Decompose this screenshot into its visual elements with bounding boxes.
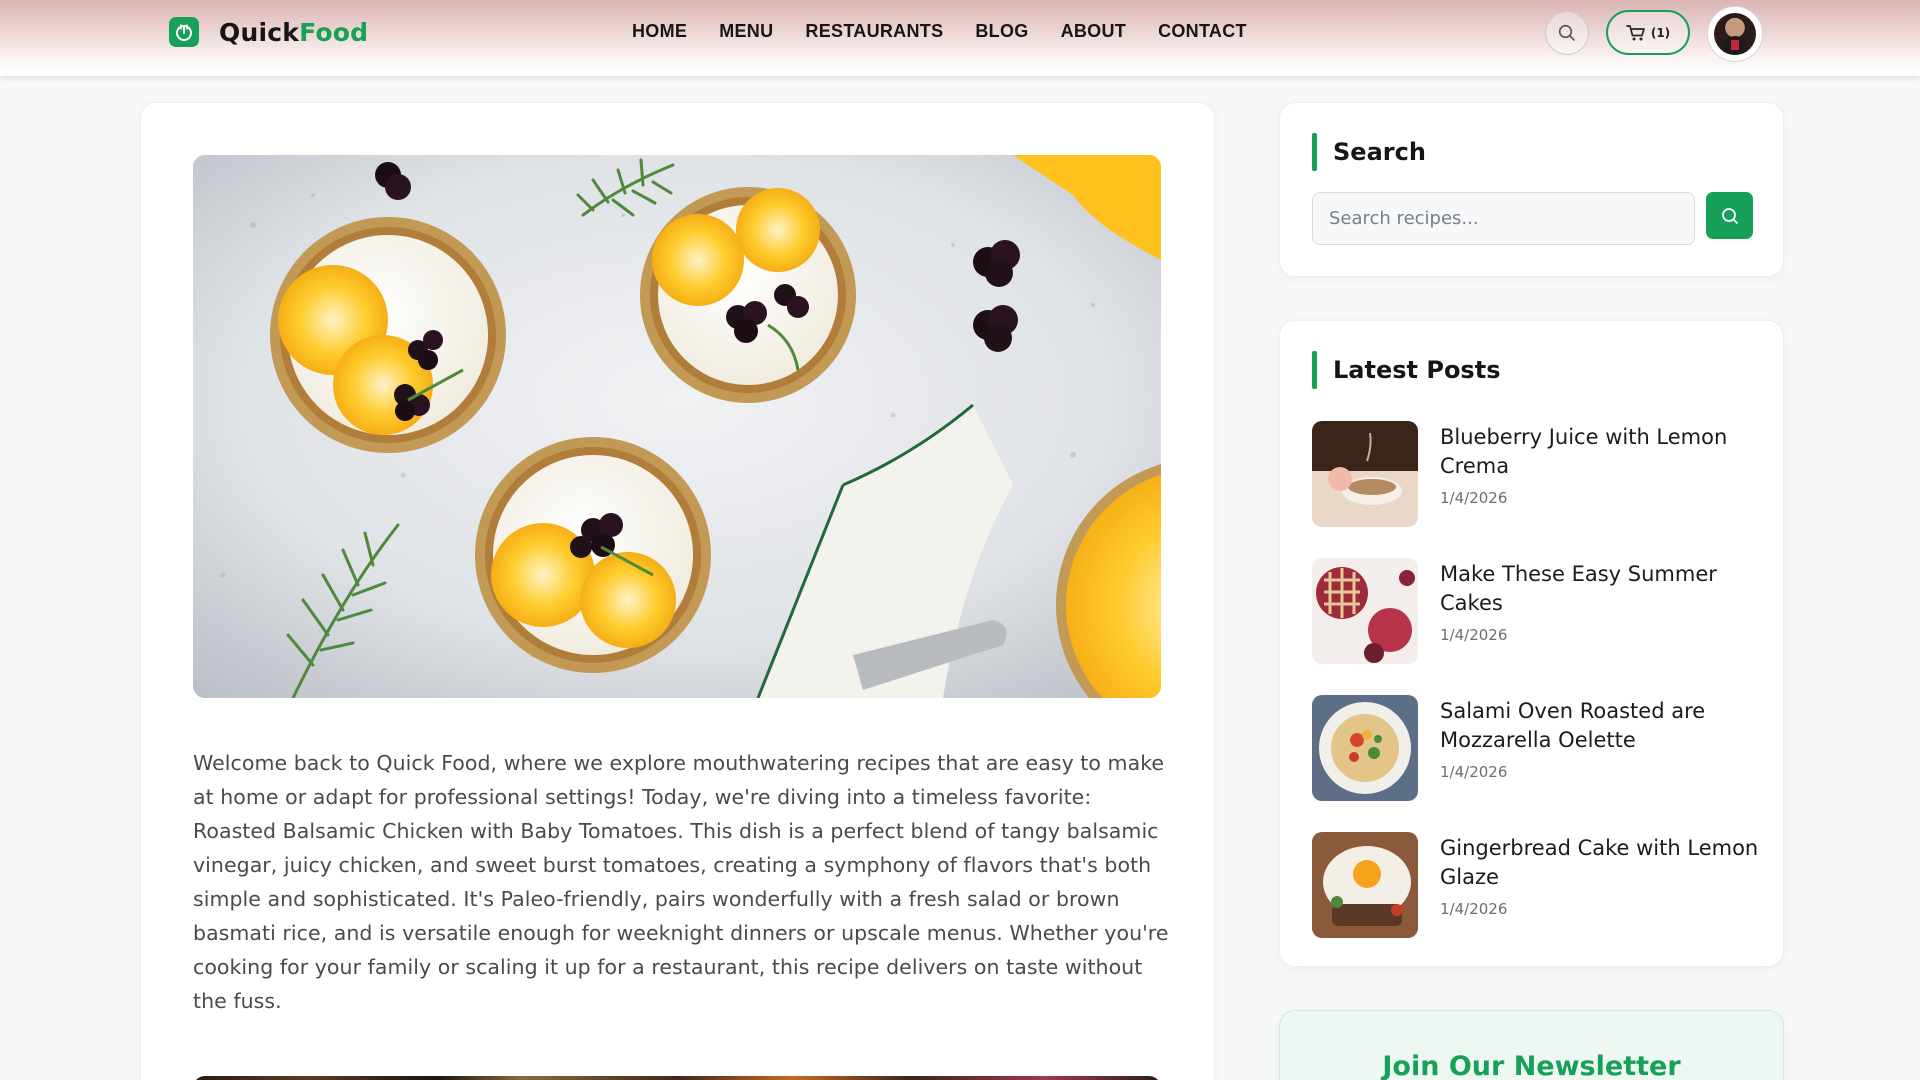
post-date: 1/4/2026 [1440, 763, 1508, 781]
recipe-search-button[interactable] [1706, 192, 1753, 239]
brand-name-part1: Quick [219, 17, 300, 47]
tart-photo [193, 155, 1161, 698]
nav-home[interactable]: HOME [632, 21, 687, 42]
post-thumbnail [1312, 695, 1418, 801]
post-title[interactable]: Blueberry Juice with Lemon Crema [1440, 423, 1762, 481]
hero-image [193, 155, 1161, 698]
search-widget: Search [1279, 102, 1784, 277]
main-nav: HOME MENU RESTAURANTS BLOG ABOUT CONTACT [632, 21, 1247, 42]
latest-posts-title: Latest Posts [1312, 351, 1500, 389]
post-date: 1/4/2026 [1440, 900, 1508, 918]
nav-contact[interactable]: CONTACT [1158, 21, 1247, 42]
search-icon [1558, 24, 1575, 41]
cart-icon [1625, 24, 1645, 40]
cart-button[interactable]: (1) [1606, 10, 1690, 55]
latest-posts-widget: Latest Posts Blueberry Juice with Lemon … [1279, 320, 1784, 967]
cart-count: (1) [1650, 25, 1671, 40]
brand-name-part2: Food [299, 17, 369, 47]
title-accent-bar [1312, 133, 1317, 171]
search-widget-heading: Search [1333, 138, 1426, 166]
post-date: 1/4/2026 [1440, 489, 1508, 507]
brand-logo[interactable]: QuickFood [169, 17, 368, 47]
latest-post-item[interactable]: Gingerbread Cake with Lemon Glaze 1/4/20… [1312, 832, 1762, 938]
article-card: Welcome back to Quick Food, where we exp… [140, 102, 1215, 1080]
search-widget-title: Search [1312, 133, 1426, 171]
post-thumbnail [1312, 421, 1418, 527]
latest-post-item[interactable]: Make These Easy Summer Cakes 1/4/2026 [1312, 558, 1762, 664]
post-title[interactable]: Salami Oven Roasted are Mozzarella Oelet… [1440, 697, 1762, 755]
post-title[interactable]: Make These Easy Summer Cakes [1440, 560, 1762, 618]
latest-post-item[interactable]: Blueberry Juice with Lemon Crema 1/4/202… [1312, 421, 1762, 527]
second-image [193, 1076, 1161, 1080]
post-date: 1/4/2026 [1440, 626, 1508, 644]
nav-menu[interactable]: MENU [719, 21, 773, 42]
title-accent-bar [1312, 351, 1317, 389]
nav-restaurants[interactable]: RESTAURANTS [805, 21, 943, 42]
post-thumbnail [1312, 832, 1418, 938]
latest-post-item[interactable]: Salami Oven Roasted are Mozzarella Oelet… [1312, 695, 1762, 801]
brand-name: QuickFood [219, 18, 368, 47]
newsletter-title: Join Our Newsletter [1382, 1051, 1681, 1080]
logo-icon [169, 17, 199, 47]
post-title[interactable]: Gingerbread Cake with Lemon Glaze [1440, 834, 1762, 892]
article-intro: Welcome back to Quick Food, where we exp… [193, 751, 1169, 1013]
user-avatar-button[interactable] [1707, 6, 1763, 62]
latest-posts-heading: Latest Posts [1333, 356, 1501, 384]
site-header: QuickFood HOME MENU RESTAURANTS BLOG ABO… [0, 0, 1920, 76]
post-thumbnail [1312, 558, 1418, 664]
header-search-button[interactable] [1545, 11, 1589, 55]
recipe-search-input[interactable] [1312, 192, 1695, 245]
nav-blog[interactable]: BLOG [975, 21, 1028, 42]
nav-about[interactable]: ABOUT [1061, 21, 1127, 42]
user-avatar [1714, 13, 1756, 55]
newsletter-widget: Join Our Newsletter [1279, 1010, 1784, 1080]
search-icon [1721, 207, 1738, 224]
